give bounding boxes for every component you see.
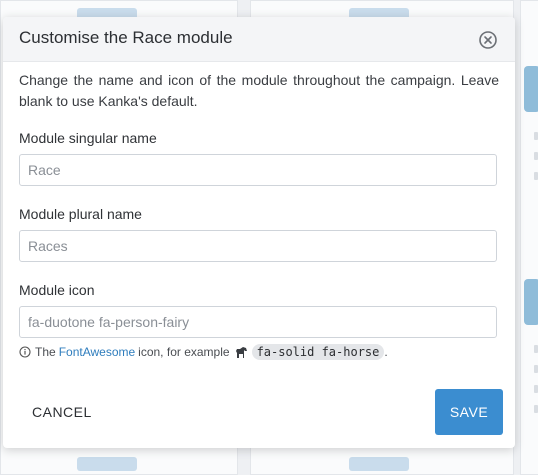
background-text bbox=[534, 345, 538, 353]
module-icon-label: Module icon bbox=[19, 282, 95, 298]
customise-module-dialog: Customise the Race module Change the nam… bbox=[3, 17, 515, 448]
help-suffix: . bbox=[384, 345, 388, 359]
background-text bbox=[534, 385, 538, 393]
info-icon bbox=[19, 346, 31, 358]
save-button[interactable]: SAVE bbox=[435, 389, 503, 435]
dialog-title: Customise the Race module bbox=[19, 28, 233, 47]
plural-name-label: Module plural name bbox=[19, 206, 142, 222]
example-icon-code: fa-solid fa-horse bbox=[251, 344, 385, 360]
background-button bbox=[77, 457, 137, 471]
plural-name-input[interactable] bbox=[19, 230, 497, 262]
background-text bbox=[534, 132, 538, 140]
singular-name-input[interactable] bbox=[19, 154, 497, 186]
dialog-description: Change the name and icon of the module t… bbox=[19, 72, 499, 109]
background-text bbox=[534, 365, 538, 373]
icon-help-text: The FontAwesome icon, for example fa-sol… bbox=[19, 343, 388, 361]
singular-name-label: Module singular name bbox=[19, 130, 157, 146]
background-button bbox=[349, 457, 409, 471]
background-button bbox=[524, 279, 538, 325]
background-text bbox=[534, 172, 538, 180]
help-prefix: The bbox=[35, 345, 56, 359]
fontawesome-link[interactable]: FontAwesome bbox=[59, 345, 135, 359]
module-icon-input[interactable] bbox=[19, 306, 497, 338]
help-middle: icon, for example bbox=[138, 345, 230, 359]
close-button[interactable] bbox=[479, 31, 497, 49]
background-text bbox=[534, 405, 538, 413]
background-button bbox=[524, 66, 538, 112]
cancel-button[interactable]: CANCEL bbox=[19, 395, 101, 429]
background-text bbox=[534, 152, 538, 160]
horse-icon bbox=[235, 346, 247, 358]
dialog-header: Customise the Race module bbox=[3, 17, 515, 62]
close-icon bbox=[479, 31, 497, 49]
